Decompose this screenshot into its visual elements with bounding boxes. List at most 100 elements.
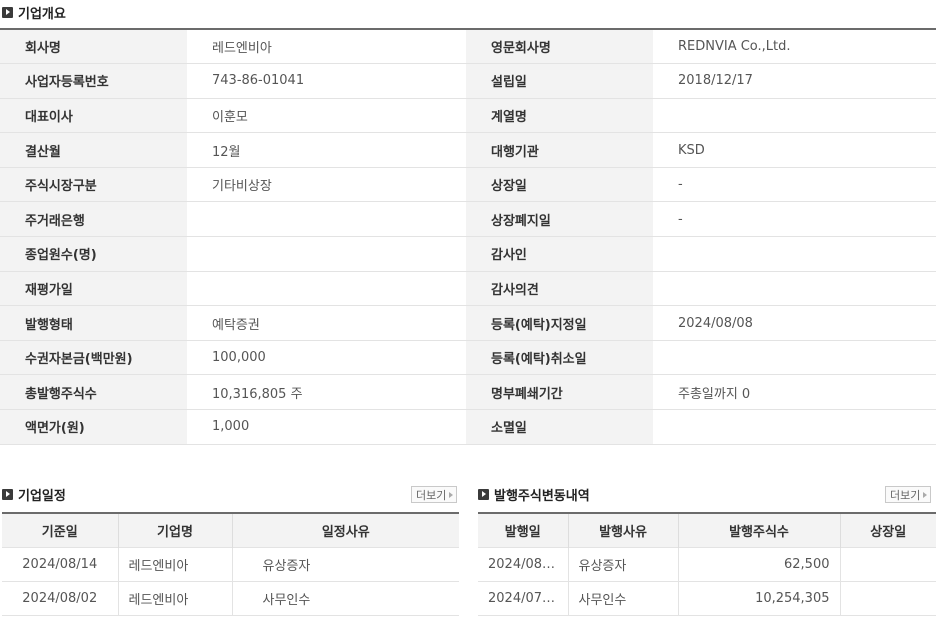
- overview-row: 주식시장구분 기타비상장 상장일 -: [0, 167, 936, 202]
- overview-row: 주거래은행 상장폐지일 -: [0, 201, 936, 237]
- shares-cell-reason: 사무인수: [568, 581, 679, 615]
- overview-row: 재평가일 감사의견: [0, 271, 936, 306]
- overview-label: 회사명: [0, 29, 187, 64]
- overview-value: 100,000: [187, 340, 466, 375]
- overview-label: 대표이사: [0, 98, 187, 133]
- overview-label: 결산월: [0, 132, 187, 168]
- overview-label: 종업원수(명): [0, 236, 187, 272]
- overview-value: [187, 236, 466, 272]
- overview-title: 기업개요: [18, 6, 66, 22]
- overview-value: 10,316,805 주: [187, 374, 466, 410]
- overview-label: 발행형태: [0, 305, 187, 341]
- overview-value: 주총일까지 0: [653, 374, 936, 410]
- overview-value: [653, 236, 936, 272]
- overview-value: REDNVIA Co.,Ltd.: [653, 29, 936, 64]
- shares-title: 발행주식변동내역: [494, 488, 590, 504]
- overview-label: 영문회사명: [466, 29, 653, 64]
- overview-label: 계열명: [466, 98, 653, 133]
- overview-value: [653, 271, 936, 306]
- company-overview-table: 회사명 레드엔비아 영문회사명 REDNVIA Co.,Ltd. 사업자등록번호 743-…: [0, 28, 936, 445]
- overview-label: 설립일: [466, 63, 653, 99]
- overview-value: [653, 409, 936, 445]
- right-arrow-icon: [923, 491, 928, 498]
- overview-value: [653, 340, 936, 375]
- overview-label: 주거래은행: [0, 201, 187, 237]
- overview-label: 상장일: [466, 167, 653, 202]
- shares-cell-listing-date: [840, 547, 936, 581]
- overview-value: KSD: [653, 132, 936, 168]
- overview-value: 2018/12/17: [653, 63, 936, 99]
- overview-value: 2024/08/08: [653, 305, 936, 341]
- overview-row: 액면가(원) 1,000 소멸일: [0, 409, 936, 445]
- shares-cell-count: 62,500: [678, 547, 841, 581]
- overview-value: 743-86-01041: [187, 63, 466, 99]
- overview-value: 기타비상장: [187, 167, 466, 202]
- overview-value: -: [653, 167, 936, 202]
- overview-section-title: 기업개요: [2, 2, 66, 22]
- shares-more-label: 더보기: [890, 488, 921, 502]
- schedule-header-company: 기업명: [118, 513, 233, 547]
- overview-row: 대표이사 이훈모 계열명: [0, 98, 936, 133]
- schedule-cell-reason: 사무인수: [262, 592, 311, 608]
- schedule-cell-company: 레드엔비아: [118, 581, 233, 615]
- table-row: 2024/08… 유상증자 62,500: [478, 547, 936, 581]
- table-row: 2024/08/14 레드엔비아 유상증자: [2, 547, 459, 581]
- schedule-cell-reason: 유상증자: [262, 558, 311, 574]
- table-row: 2024/07… 사무인수 10,254,305: [478, 581, 936, 615]
- schedule-cell-date: 2024/08/02: [2, 581, 119, 615]
- overview-value: [187, 201, 466, 237]
- overview-label: 등록(예탁)취소일: [466, 340, 653, 375]
- schedule-section-title: 기업일정: [2, 484, 66, 504]
- overview-label: 명부폐쇄기간: [466, 374, 653, 410]
- shares-cell-issue-date: 2024/07…: [478, 581, 569, 615]
- overview-label: 재평가일: [0, 271, 187, 306]
- schedule-title: 기업일정: [18, 488, 66, 504]
- overview-row: 회사명 레드엔비아 영문회사명 REDNVIA Co.,Ltd.: [0, 29, 936, 64]
- bullet-arrow-icon: [478, 488, 489, 500]
- bullet-arrow-icon: [2, 6, 13, 18]
- schedule-header-reason: 일정사유: [232, 513, 459, 547]
- shares-section-title: 발행주식변동내역: [478, 484, 590, 504]
- schedule-more-label: 더보기: [416, 488, 447, 502]
- overview-row: 결산월 12월 대행기관 KSD: [0, 132, 936, 168]
- schedule-table: 기준일 기업명 일정사유 2024/08/14 레드엔비아 유상증자 2024/…: [2, 512, 459, 616]
- schedule-cell-company: 레드엔비아: [118, 547, 233, 581]
- schedule-header-date: 기준일: [2, 513, 119, 547]
- right-arrow-icon: [449, 491, 454, 498]
- overview-row: 종업원수(명) 감사인: [0, 236, 936, 272]
- overview-value: [653, 98, 936, 133]
- overview-row: 수권자본금(백만원) 100,000 등록(예탁)취소일: [0, 340, 936, 375]
- shares-cell-issue-date: 2024/08…: [478, 547, 569, 581]
- schedule-more-button[interactable]: 더보기: [411, 486, 458, 503]
- table-row: 2024/08/02 레드엔비아 사무인수: [2, 581, 459, 615]
- overview-row: 사업자등록번호 743-86-01041 설립일 2018/12/17: [0, 63, 936, 99]
- overview-label: 액면가(원): [0, 409, 187, 445]
- overview-label: 소멸일: [466, 409, 653, 445]
- overview-row: 총발행주식수 10,316,805 주 명부폐쇄기간 주총일까지 0: [0, 374, 936, 410]
- shares-cell-listing-date: [840, 581, 936, 615]
- overview-label: 총발행주식수: [0, 374, 187, 410]
- shares-more-button[interactable]: 더보기: [885, 486, 932, 503]
- schedule-cell-date: 2024/08/14: [2, 547, 119, 581]
- overview-value: 레드엔비아: [187, 29, 466, 64]
- bullet-arrow-icon: [2, 488, 13, 500]
- overview-label: 사업자등록번호: [0, 63, 187, 99]
- overview-label: 대행기관: [466, 132, 653, 168]
- overview-row: 발행형태 예탁증권 등록(예탁)지정일 2024/08/08: [0, 305, 936, 341]
- overview-value: [187, 271, 466, 306]
- shares-header-issue-date: 발행일: [478, 513, 569, 547]
- overview-label: 감사의견: [466, 271, 653, 306]
- overview-label: 감사인: [466, 236, 653, 272]
- overview-value: -: [653, 201, 936, 237]
- overview-value: 12월: [187, 132, 466, 168]
- overview-label: 수권자본금(백만원): [0, 340, 187, 375]
- overview-label: 주식시장구분: [0, 167, 187, 202]
- overview-label: 상장폐지일: [466, 201, 653, 237]
- shares-header-listing-date: 상장일: [840, 513, 936, 547]
- shares-cell-reason: 유상증자: [568, 547, 679, 581]
- shares-cell-count: 10,254,305: [678, 581, 841, 615]
- overview-value: 1,000: [187, 409, 466, 445]
- shares-header-count: 발행주식수: [678, 513, 841, 547]
- overview-value: 예탁증권: [187, 305, 466, 341]
- shares-change-table: 발행일 발행사유 발행주식수 상장일 2024/08… 유상증자 62,500 …: [478, 512, 936, 616]
